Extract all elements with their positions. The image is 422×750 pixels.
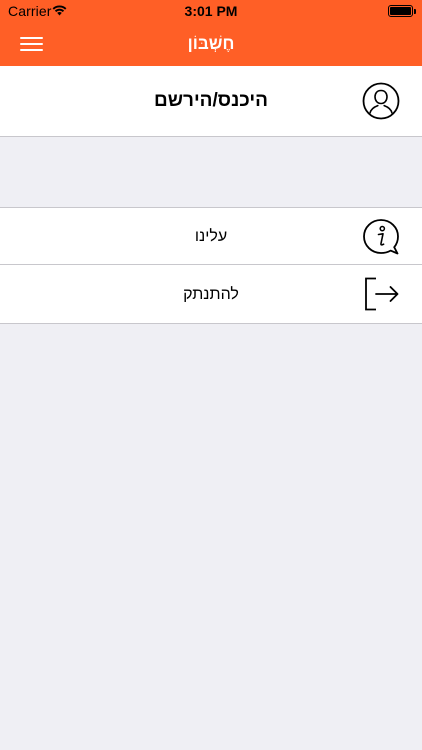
- status-bar: Carrier 3:01 PM: [0, 0, 422, 22]
- divider: [0, 323, 422, 324]
- about-us-label: עלינו: [194, 228, 228, 245]
- app-header: Carrier 3:01 PM חֶשְׁבּוֹן: [0, 0, 422, 66]
- logout-label: להתנתק: [183, 286, 239, 303]
- divider: [0, 136, 422, 137]
- user-profile-icon: [362, 82, 400, 120]
- about-us-item[interactable]: עלינו: [0, 208, 422, 264]
- page-title: חֶשְׁבּוֹן: [187, 34, 235, 53]
- nav-bar: חֶשְׁבּוֹן: [0, 22, 422, 66]
- login-register-item[interactable]: היכנס/הירשם: [0, 66, 422, 136]
- login-register-label: היכנס/הירשם: [154, 90, 268, 111]
- logout-arrow-icon: [365, 277, 399, 311]
- battery-icon: [388, 5, 416, 17]
- info-icon: [363, 219, 399, 255]
- logout-item[interactable]: להתנתק: [0, 265, 422, 323]
- status-time: 3:01 PM: [184, 3, 238, 19]
